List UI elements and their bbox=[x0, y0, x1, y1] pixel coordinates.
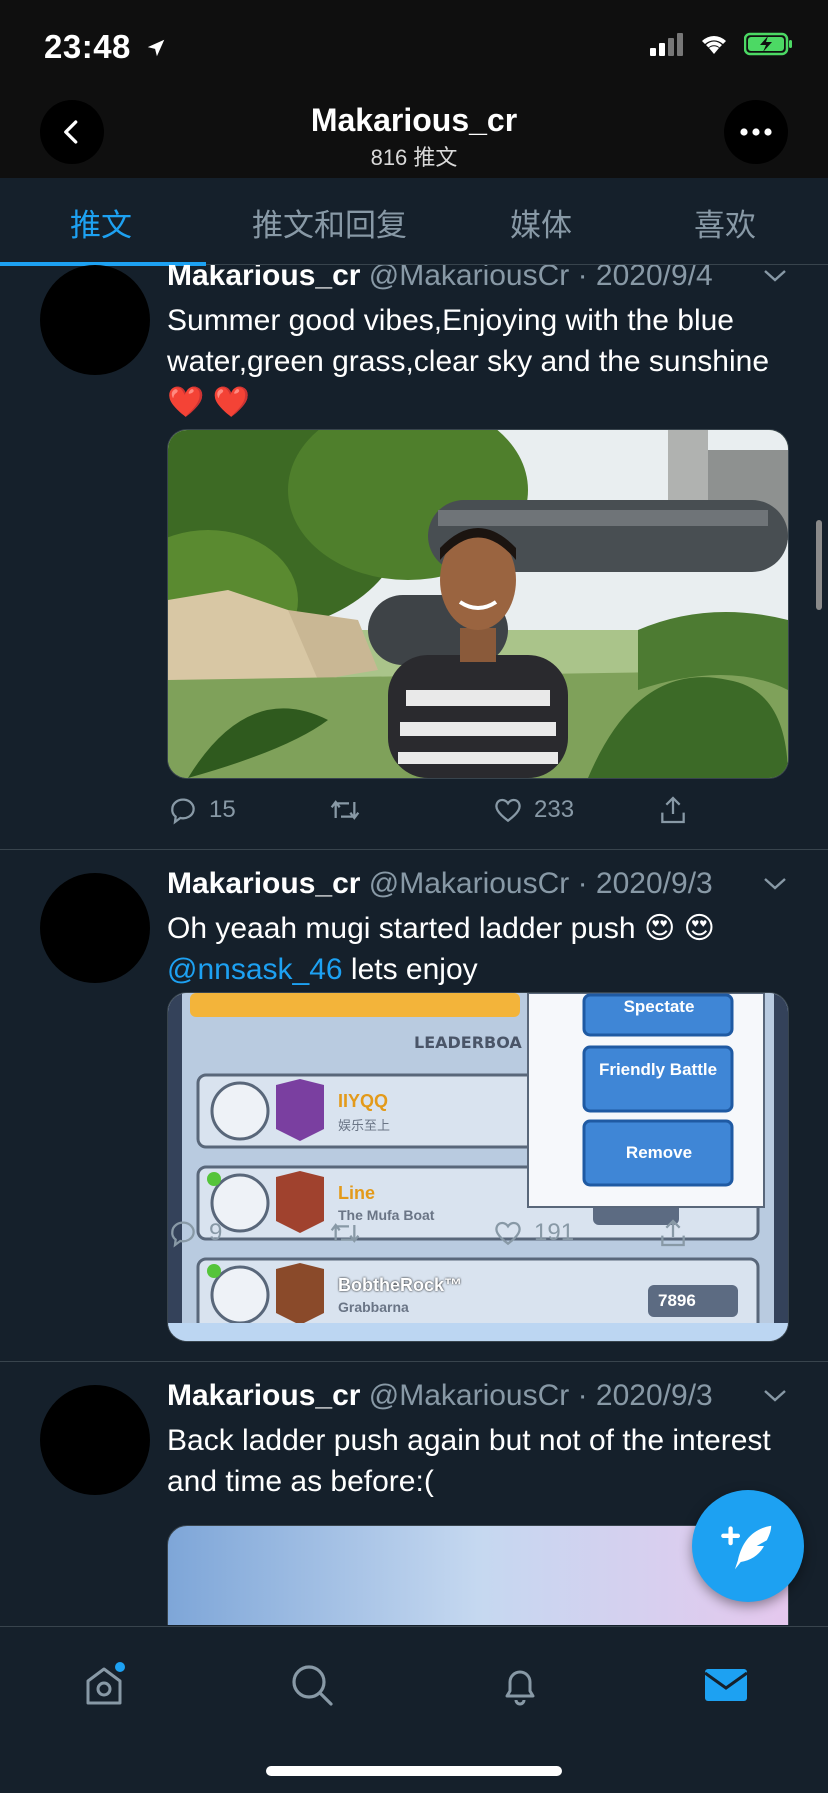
like-icon bbox=[495, 1221, 521, 1246]
location-arrow-icon bbox=[147, 39, 164, 57]
player-clan: 娱乐至上 bbox=[338, 1118, 391, 1133]
tweet[interactable]: Makarious_cr @MakariousCr · 2020/9/3 Bac… bbox=[0, 1361, 828, 1625]
scrollbar[interactable] bbox=[816, 520, 822, 610]
tweet-header: Makarious_cr @MakariousCr · 2020/9/3 bbox=[167, 1379, 788, 1413]
profile-tabs: 推文 推文和回复 媒体 喜欢 bbox=[0, 178, 828, 266]
home-icon bbox=[86, 1662, 125, 1705]
reply-icon bbox=[171, 1221, 195, 1248]
chevron-down-icon[interactable] bbox=[762, 267, 788, 285]
page-title: Makarious_cr bbox=[310, 102, 518, 138]
share-icon bbox=[661, 796, 685, 824]
like-count: 233 bbox=[534, 796, 575, 823]
chevron-down-icon[interactable] bbox=[762, 1387, 788, 1405]
retweet-icon bbox=[330, 800, 360, 820]
tweet-text: Summer good vibes,Enjoying with the blue… bbox=[167, 304, 770, 419]
tweet-count: 816 推文 bbox=[370, 145, 458, 170]
like-count: 191 bbox=[534, 1219, 575, 1246]
tweet[interactable]: Makarious_cr @MakariousCr · 2020/9/4 Sum… bbox=[0, 265, 828, 850]
mail-icon bbox=[704, 1669, 748, 1701]
compose-icon bbox=[721, 1525, 772, 1570]
status-bar: 23:48 bbox=[0, 0, 828, 100]
menu-friendly-battle: Friendly Battle bbox=[598, 1060, 718, 1079]
tweet-header: Makarious_cr @MakariousCr · 2020/9/4 bbox=[167, 265, 788, 293]
tweet-actions: 9 191 bbox=[167, 1217, 727, 1257]
compose-tweet-button[interactable] bbox=[692, 1490, 804, 1602]
tweet-author-name[interactable]: Makarious_cr bbox=[167, 867, 360, 900]
more-icon bbox=[740, 128, 772, 136]
profile-header: Makarious_cr 816 推文 bbox=[0, 100, 828, 178]
messages-tab[interactable] bbox=[696, 1655, 756, 1715]
search-tab[interactable] bbox=[282, 1655, 342, 1715]
tweet-photo[interactable] bbox=[167, 429, 789, 779]
reply-button[interactable]: 15 bbox=[167, 794, 236, 826]
retweet-button[interactable] bbox=[327, 794, 363, 826]
more-button[interactable] bbox=[724, 100, 788, 164]
share-button[interactable] bbox=[657, 794, 689, 826]
player-name: IIYQQ bbox=[338, 1091, 389, 1111]
retweet-icon bbox=[330, 1223, 360, 1243]
player-trophies: 7896 bbox=[658, 1291, 696, 1310]
player-clan: Grabbarna bbox=[338, 1299, 409, 1315]
like-button[interactable]: 191 bbox=[492, 1217, 574, 1249]
avatar[interactable] bbox=[40, 873, 150, 983]
tweet-author-name[interactable]: Makarious_cr bbox=[167, 1379, 360, 1412]
reply-count: 9 bbox=[209, 1219, 223, 1246]
mention-link[interactable]: @nnsask_46 bbox=[167, 953, 343, 986]
battery-charging-icon bbox=[744, 32, 792, 56]
home-indicator bbox=[266, 1766, 562, 1776]
reply-icon bbox=[171, 798, 195, 825]
bell-icon bbox=[505, 1670, 535, 1706]
tweet-photo[interactable]: LEADERBOA Spectate Friendly Battle Remov… bbox=[167, 992, 789, 1342]
cellular-signal-icon bbox=[650, 33, 683, 56]
summer-photo bbox=[168, 430, 788, 778]
notifications-tab[interactable] bbox=[490, 1655, 550, 1715]
tweet[interactable]: Makarious_cr @MakariousCr · 2020/9/3 Oh … bbox=[0, 849, 828, 1362]
tab-media[interactable]: 媒体 bbox=[510, 200, 572, 245]
tab-tweets-and-replies[interactable]: 推文和回复 bbox=[252, 200, 407, 245]
tab-tweets[interactable]: 推文 bbox=[70, 200, 132, 245]
avatar[interactable] bbox=[40, 265, 150, 375]
retweet-button[interactable] bbox=[327, 1217, 363, 1249]
tweet-text: Oh yeaah mugi started ladder push 😍 😍 @n… bbox=[167, 912, 715, 986]
leaderboard-label: LEADERBOA bbox=[414, 1033, 522, 1052]
like-button[interactable]: 233 bbox=[492, 794, 574, 826]
reply-button[interactable]: 9 bbox=[167, 1217, 222, 1249]
share-icon bbox=[661, 1219, 685, 1247]
tweet-handle-date: @MakariousCr · 2020/9/3 bbox=[368, 1379, 713, 1412]
avatar[interactable] bbox=[40, 1385, 150, 1495]
tweet-handle-date: @MakariousCr · 2020/9/3 bbox=[368, 867, 713, 900]
home-tab[interactable] bbox=[74, 1655, 134, 1715]
tab-likes[interactable]: 喜欢 bbox=[694, 200, 756, 245]
tweet-header: Makarious_cr @MakariousCr · 2020/9/3 bbox=[167, 867, 788, 901]
player-name: Line bbox=[338, 1183, 376, 1203]
menu-spectate: Spectate bbox=[623, 997, 695, 1016]
tweet-feed[interactable]: Makarious_cr @MakariousCr · 2020/9/4 Sum… bbox=[0, 265, 828, 1625]
chevron-down-icon[interactable] bbox=[762, 875, 788, 893]
status-time: 23:48 bbox=[44, 28, 167, 66]
tweet-actions: 15 233 bbox=[167, 794, 727, 834]
tweet-text: Back ladder push again but not of the in… bbox=[167, 1424, 771, 1498]
wifi-icon bbox=[702, 36, 726, 54]
share-button[interactable] bbox=[657, 1217, 689, 1249]
player-name: BobtheRock™ bbox=[338, 1275, 463, 1295]
status-icons bbox=[650, 32, 794, 56]
tweet-handle-date: @MakariousCr · 2020/9/4 bbox=[368, 265, 713, 292]
like-icon bbox=[495, 798, 521, 823]
menu-remove: Remove bbox=[625, 1143, 693, 1162]
search-icon bbox=[292, 1665, 333, 1706]
tweet-author-name[interactable]: Makarious_cr bbox=[167, 265, 360, 292]
reply-count: 15 bbox=[209, 796, 236, 823]
